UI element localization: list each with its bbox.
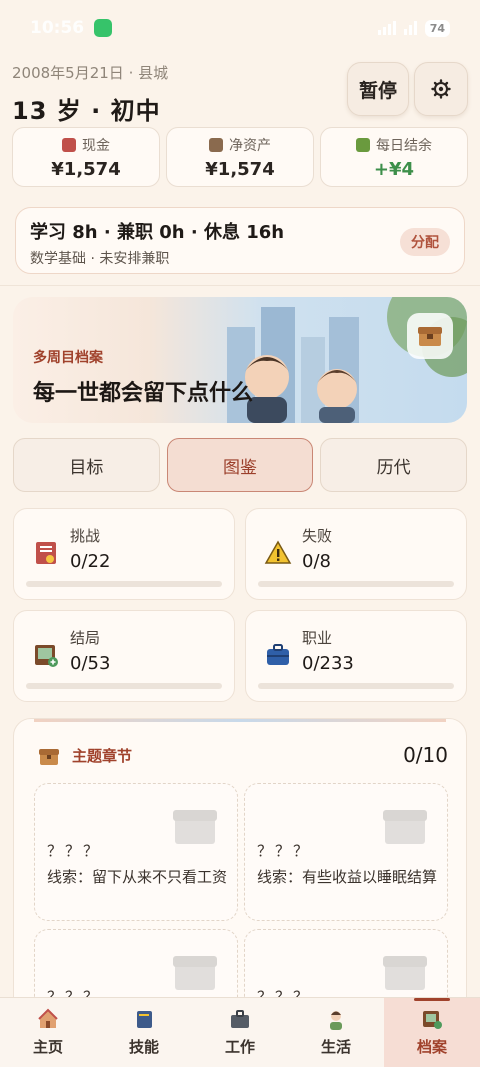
notification-app-icon bbox=[94, 19, 113, 37]
nav-archive[interactable]: 档案 bbox=[384, 998, 480, 1067]
daily-balance-label: 每日结余 bbox=[376, 137, 432, 154]
status-bar: 10:56 74 bbox=[0, 0, 480, 56]
box-icon bbox=[418, 327, 442, 346]
banner-kicker: 多周目档案 bbox=[33, 350, 103, 366]
collection-label: 职业 bbox=[302, 629, 333, 647]
gear-icon bbox=[431, 79, 451, 99]
progress-bar bbox=[26, 683, 222, 689]
collection-value: 0/8 bbox=[302, 551, 331, 572]
daily-balance-value: +¥4 bbox=[373, 158, 415, 180]
bank-icon bbox=[209, 137, 223, 152]
collection-endings[interactable]: 结局 0/53 bbox=[13, 610, 235, 702]
chapter-card[interactable]: ？？？ 线索：有些收益以睡眠结算 bbox=[244, 783, 448, 921]
nav-home[interactable]: 主页 bbox=[0, 998, 96, 1067]
collection-label: 结局 bbox=[70, 629, 101, 647]
collection-careers[interactable]: 职业 0/233 bbox=[245, 610, 467, 702]
locked-box-icon bbox=[173, 810, 217, 844]
chapters-count: 0/10 bbox=[403, 743, 448, 767]
progress-bar bbox=[26, 581, 222, 587]
bottom-nav: 主页 技能 工作 生活 档案 bbox=[0, 997, 480, 1067]
locked-box-icon bbox=[173, 956, 217, 990]
nav-label: 档案 bbox=[416, 1038, 447, 1056]
banner-title: 每一世都会留下点什么 bbox=[33, 381, 254, 406]
tab-goals[interactable]: 目标 bbox=[13, 438, 160, 492]
treasure-box-button[interactable] bbox=[407, 313, 453, 359]
net-worth-card: 净资产 ¥1,574 bbox=[166, 127, 314, 187]
collection-value: 0/53 bbox=[70, 653, 111, 674]
wifi-icon bbox=[403, 21, 417, 35]
nav-label: 生活 bbox=[320, 1038, 351, 1056]
tab-history[interactable]: 历代 bbox=[320, 438, 468, 492]
chapters-title: 主题章节 bbox=[72, 747, 133, 765]
locked-box-icon bbox=[383, 956, 427, 990]
chapter-hint: 线索：有些收益以睡眠结算 bbox=[257, 868, 438, 886]
schedule-detail: 数学基础 · 未安排兼职 bbox=[30, 251, 170, 267]
cash-value: ¥1,574 bbox=[51, 158, 121, 180]
theme-chapters-panel: 主题章节 0/10 ？？？ 线索：留下从来不只看工资 ？？？ 线索：有些收益以睡… bbox=[13, 718, 467, 1018]
collection-challenges[interactable]: 挑战 0/22 bbox=[13, 508, 235, 600]
collection-label: 失败 bbox=[302, 527, 333, 545]
notebook-icon bbox=[36, 542, 56, 564]
person-icon bbox=[330, 1011, 342, 1030]
schedule-card[interactable]: 学习 8h · 兼职 0h · 休息 16h 数学基础 · 未安排兼职 分配 bbox=[15, 207, 465, 274]
nav-label: 工作 bbox=[224, 1038, 255, 1056]
settings-button[interactable] bbox=[414, 62, 468, 116]
daily-balance-card: 每日结余 +¥4 bbox=[320, 127, 468, 187]
house-icon bbox=[38, 1008, 58, 1028]
nav-label: 主页 bbox=[32, 1038, 63, 1056]
archive-banner: 多周目档案 每一世都会留下点什么 bbox=[13, 297, 467, 423]
assign-button[interactable]: 分配 bbox=[400, 228, 450, 256]
collection-label: 挑战 bbox=[70, 527, 101, 545]
nav-label: 技能 bbox=[128, 1038, 159, 1056]
battery-indicator: 74 bbox=[424, 19, 450, 37]
nav-work[interactable]: 工作 bbox=[192, 998, 288, 1067]
cash-card: 现金 ¥1,574 bbox=[12, 127, 160, 187]
chapter-name: ？？？ bbox=[47, 842, 102, 860]
briefcase-icon bbox=[267, 644, 289, 665]
progress-bar bbox=[258, 683, 454, 689]
chapter-name: ？？？ bbox=[257, 842, 312, 860]
cash-label: 现金 bbox=[82, 137, 110, 154]
pause-button[interactable]: 暂停 bbox=[347, 62, 409, 116]
photo-album-icon bbox=[35, 645, 58, 667]
progress-bar bbox=[258, 581, 454, 587]
nav-life[interactable]: 生活 bbox=[288, 998, 384, 1067]
net-worth-value: ¥1,574 bbox=[205, 158, 275, 180]
chapter-hint: 线索：留下从来不只看工资 bbox=[47, 868, 228, 886]
signal-icon bbox=[377, 21, 396, 35]
net-worth-label: 净资产 bbox=[229, 137, 271, 154]
tab-codex[interactable]: 图鉴 bbox=[166, 438, 314, 492]
stats-row: 现金 ¥1,574 净资产 ¥1,574 每日结余 +¥4 bbox=[12, 127, 468, 187]
chapter-card[interactable]: ？？？ 线索：留下从来不只看工资 bbox=[34, 783, 238, 921]
briefcase-icon bbox=[231, 1010, 249, 1028]
archive-icon bbox=[423, 1011, 442, 1029]
divider bbox=[0, 285, 480, 286]
box-icon bbox=[39, 749, 59, 765]
status-time: 10:56 bbox=[30, 18, 85, 38]
sprout-icon bbox=[356, 137, 370, 152]
archive-tabs: 目标 图鉴 历代 bbox=[13, 438, 468, 492]
schedule-summary: 学习 8h · 兼职 0h · 休息 16h bbox=[30, 222, 285, 243]
collection-failures[interactable]: 失败 0/8 bbox=[245, 508, 467, 600]
money-icon bbox=[62, 137, 76, 152]
collection-value: 0/233 bbox=[302, 653, 354, 674]
locked-box-icon bbox=[383, 810, 427, 844]
nav-skills[interactable]: 技能 bbox=[96, 998, 192, 1067]
page-header: 2008年5月21日 · 县城 13 岁 · 初中 暂停 bbox=[12, 62, 468, 125]
book-icon bbox=[137, 1011, 152, 1028]
collection-value: 0/22 bbox=[70, 551, 111, 572]
warning-icon bbox=[264, 540, 292, 564]
